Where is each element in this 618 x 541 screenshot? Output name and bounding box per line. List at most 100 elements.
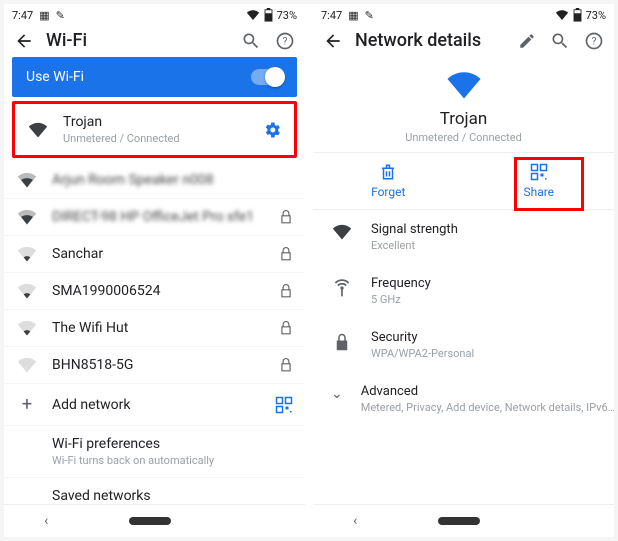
network-status: Unmetered / Connected [313, 131, 614, 144]
security-label: Security [371, 330, 474, 345]
wifi-network-item[interactable]: BHN8518-5G [4, 347, 305, 384]
phone-network-details: 7:47 ▦ ✎ 73% Network details [313, 4, 614, 537]
wifi-signal-icon [16, 246, 38, 262]
battery-text: 73% [277, 9, 297, 22]
wifi-large-icon [446, 71, 482, 99]
nav-home-pill[interactable] [129, 517, 171, 525]
wifi-status-icon [555, 10, 569, 20]
page-title: Network details [355, 30, 506, 51]
nav-back-icon[interactable]: ‹ [353, 513, 357, 529]
frequency-value: 5 GHz [371, 293, 431, 306]
lock-icon [279, 320, 293, 336]
network-name: Sanchar [52, 246, 265, 262]
saved-networks[interactable]: Saved networks [4, 478, 305, 504]
photo-icon: ▦ [348, 9, 358, 22]
wifi-network-item[interactable]: Arjun Room Speaker n008 [4, 162, 305, 199]
wifi-status-icon [246, 10, 260, 20]
lock-icon [279, 209, 293, 225]
security-value: WPA/WPA2-Personal [371, 347, 474, 360]
advanced-label: Advanced [361, 384, 614, 399]
edit-icon[interactable] [518, 32, 536, 50]
plus-icon: + [16, 394, 38, 415]
forget-button[interactable]: Forget [313, 163, 464, 199]
highlight-connected-network: Trojan Unmetered / Connected [12, 101, 297, 158]
pen-icon: ✎ [365, 9, 374, 22]
help-icon[interactable]: ? [275, 31, 295, 51]
signal-strength-row: Signal strength Excellent [313, 210, 614, 264]
lock-icon [279, 283, 293, 299]
use-wifi-label: Use Wi-Fi [26, 69, 84, 85]
signal-value: Excellent [371, 239, 458, 252]
app-bar: Wi-Fi ? [4, 24, 305, 57]
pen-icon: ✎ [56, 9, 65, 22]
wifi-network-item[interactable]: SMA1990006524 [4, 273, 305, 310]
app-bar: Network details ? [313, 24, 614, 57]
network-details-list: Signal strength Excellent Frequency 5 GH… [313, 210, 614, 504]
advanced-value: Metered, Privacy, Add device, Network de… [361, 401, 614, 414]
network-status: Unmetered / Connected [63, 132, 248, 145]
security-row: Security WPA/WPA2-Personal [313, 318, 614, 372]
back-icon[interactable] [14, 31, 34, 51]
antenna-icon [331, 276, 353, 298]
photo-icon: ▦ [39, 9, 49, 22]
prefs-title: Wi-Fi preferences [52, 436, 293, 452]
chevron-down-icon: ⌄ [331, 384, 343, 402]
status-bar: 7:47 ▦ ✎ 73% [313, 4, 614, 24]
nav-home-pill[interactable] [438, 517, 480, 525]
wifi-network-item[interactable]: The Wifi Hut [4, 310, 305, 347]
network-name: Trojan [63, 114, 248, 130]
wifi-signal-icon [16, 172, 38, 188]
network-name: Trojan [313, 109, 614, 129]
nav-bar: ‹ [4, 504, 305, 537]
wifi-network-list: Trojan Unmetered / Connected Arjun Room … [4, 97, 305, 504]
search-icon[interactable] [550, 31, 570, 51]
svg-text:?: ? [283, 36, 288, 47]
nav-back-icon[interactable]: ‹ [44, 513, 48, 529]
network-name: DIRECT-98 HP OfficeJet Pro xfe1 [52, 209, 265, 225]
saved-networks-label: Saved networks [52, 488, 293, 504]
frequency-label: Frequency [371, 276, 431, 291]
qr-icon[interactable] [275, 396, 293, 414]
wifi-network-connected[interactable]: Trojan Unmetered / Connected [15, 104, 294, 155]
wifi-signal-icon [16, 283, 38, 299]
status-time: 7:47 [321, 9, 342, 22]
wifi-network-item[interactable]: DIRECT-98 HP OfficeJet Pro xfe1 [4, 199, 305, 236]
signal-label: Signal strength [371, 222, 458, 237]
battery-icon [573, 8, 582, 22]
wifi-preferences[interactable]: Wi-Fi preferences Wi-Fi turns back on au… [4, 426, 305, 478]
help-icon[interactable]: ? [584, 31, 604, 51]
status-bar: 7:47 ▦ ✎ 73% [4, 4, 305, 24]
wifi-signal-icon [27, 122, 49, 138]
battery-icon [264, 8, 273, 22]
status-time: 7:47 [12, 9, 33, 22]
add-network-label: Add network [52, 397, 261, 413]
page-title: Wi-Fi [46, 30, 229, 51]
battery-text: 73% [586, 9, 606, 22]
svg-text:?: ? [592, 36, 597, 47]
lock-icon [279, 246, 293, 262]
search-icon[interactable] [241, 31, 261, 51]
toggle-switch[interactable] [251, 69, 283, 85]
network-summary: Trojan Unmetered / Connected [313, 57, 614, 152]
wifi-signal-icon [16, 320, 38, 336]
advanced-row[interactable]: ⌄ Advanced Metered, Privacy, Add device,… [313, 372, 614, 426]
back-icon[interactable] [323, 31, 343, 51]
trash-icon [379, 163, 397, 181]
wifi-signal-icon [16, 357, 38, 373]
frequency-row: Frequency 5 GHz [313, 264, 614, 318]
add-network-button[interactable]: + Add network [4, 384, 305, 426]
network-name: BHN8518-5G [52, 357, 265, 373]
wifi-signal-icon [16, 209, 38, 225]
wifi-signal-icon [331, 222, 353, 240]
network-name: Arjun Room Speaker n008 [52, 172, 293, 188]
phone-wifi-list: 7:47 ▦ ✎ 73% Wi-Fi [4, 4, 305, 537]
highlight-share-button [514, 157, 584, 211]
gear-icon[interactable] [262, 120, 282, 140]
network-name: The Wifi Hut [52, 320, 265, 336]
use-wifi-toggle[interactable]: Use Wi-Fi [12, 57, 297, 97]
network-actions: Forget Share [313, 152, 614, 210]
nav-bar: ‹ [313, 504, 614, 537]
forget-label: Forget [371, 185, 405, 199]
wifi-network-item[interactable]: Sanchar [4, 236, 305, 273]
lock-icon [279, 357, 293, 373]
